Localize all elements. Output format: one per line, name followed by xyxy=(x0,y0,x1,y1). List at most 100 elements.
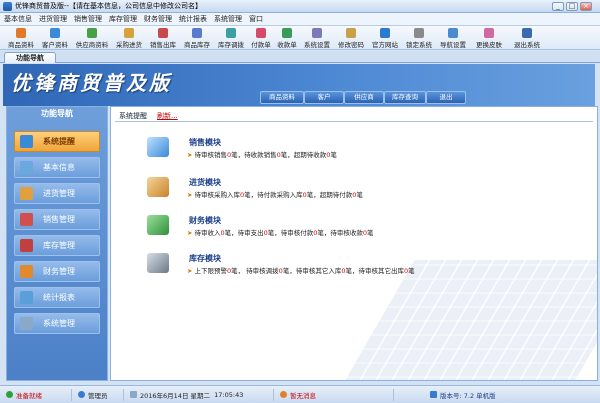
finance-icon xyxy=(20,265,33,278)
exit-icon xyxy=(522,28,532,38)
database-icon xyxy=(147,253,169,273)
book-icon xyxy=(147,137,169,157)
sidebar-item-label: 库存管理 xyxy=(43,241,75,250)
toolbar-label: 收款单 xyxy=(277,41,297,49)
version-text: 版本号: 7.2 单机版 xyxy=(440,391,496,400)
text: 笔 xyxy=(330,151,337,159)
supplier-icon xyxy=(87,28,97,38)
menu-finance[interactable]: 财务管理 xyxy=(144,14,172,24)
finance-module: 财务模块 ➤ 待审收入0笔，待审支出0笔，待审核付款0笔，待审核收款0笔 xyxy=(147,215,447,245)
product-icon xyxy=(16,28,26,38)
toolbar-label: 付款单 xyxy=(251,41,271,49)
text: 待审核采购入库 xyxy=(194,191,240,199)
toolbar-stock-button[interactable]: 商品库存 xyxy=(180,26,214,50)
toolbar-product-button[interactable]: 商品资料 xyxy=(4,26,38,50)
menu-basic-info[interactable]: 基本信息 xyxy=(4,14,32,24)
toolbar-label: 商品资料 xyxy=(8,41,34,49)
sidebar-item-sales[interactable]: 销售管理 xyxy=(14,209,100,230)
banner-nav-supplier[interactable]: 供应商 xyxy=(344,91,384,104)
toolbar-label: 采购进货 xyxy=(116,41,142,49)
toolbar-label: 官方网站 xyxy=(372,41,398,49)
status-version: 版本号: 7.2 单机版 xyxy=(424,389,502,401)
text: 上下限预警 xyxy=(194,267,227,275)
toolbar-supplier-button[interactable]: 供应商资料 xyxy=(72,26,112,50)
status-dot-icon xyxy=(6,391,13,398)
cart-icon xyxy=(20,187,33,200)
refresh-link[interactable]: 刷新... xyxy=(157,111,178,121)
customer-icon xyxy=(50,28,60,38)
divider xyxy=(115,121,593,122)
sidebar-item-system[interactable]: 系统管理 xyxy=(14,313,100,334)
text: 笔，待审核付款 xyxy=(267,229,314,237)
toolbar-label: 锁定系统 xyxy=(406,41,432,49)
sidebar-item-basic-info[interactable]: 基本信息 xyxy=(14,157,100,178)
module-title: 进货模块 xyxy=(189,178,221,187)
tab-strip xyxy=(0,51,600,63)
minimize-button[interactable]: _ xyxy=(552,2,564,11)
sidebar-item-label: 系统提醒 xyxy=(43,137,75,146)
status-text: 准备就绪 xyxy=(16,391,42,400)
toolbar-receipt-button[interactable]: 收款单 xyxy=(274,26,300,50)
banner-nav-customer[interactable]: 客户 xyxy=(304,91,344,104)
toolbar-settings-button[interactable]: 系统设置 xyxy=(300,26,334,50)
menu-reports[interactable]: 统计报表 xyxy=(179,14,207,24)
status-user: 管理员 xyxy=(72,388,124,401)
lock-icon xyxy=(414,28,424,38)
toolbar-label: 客户资料 xyxy=(42,41,68,49)
module-title: 财务模块 xyxy=(189,216,221,225)
arrow-icon: ➤ xyxy=(187,191,193,199)
banner-nav-product[interactable]: 商品资料 xyxy=(260,91,304,104)
status-datetime: 2016年6月14日 星期二 17:05:43 xyxy=(124,388,274,401)
version-icon xyxy=(430,391,437,398)
toolbar-sales-out-button[interactable]: 销售出库 xyxy=(146,26,180,50)
sidebar-item-inventory[interactable]: 库存管理 xyxy=(14,235,100,256)
text: 笔，待审核其它出库 xyxy=(345,267,404,275)
text: 笔，超期待付款 xyxy=(306,191,353,199)
menu-sales[interactable]: 销售管理 xyxy=(74,14,102,24)
menu-purchase[interactable]: 进货管理 xyxy=(39,14,67,24)
toolbar-purchase-button[interactable]: 采购进货 xyxy=(112,26,146,50)
text: 笔 xyxy=(408,267,415,275)
maximize-button[interactable]: □ xyxy=(566,2,578,11)
toolbar-skin-button[interactable]: 更换皮肤 xyxy=(470,26,508,50)
stock-icon xyxy=(192,28,202,38)
text: 笔，待收款销售 xyxy=(231,151,277,159)
toolbar-exit-button[interactable]: 退出系统 xyxy=(508,26,546,50)
sidebar-item-label: 进货管理 xyxy=(43,189,75,198)
toolbar-password-button[interactable]: 修改密码 xyxy=(334,26,368,50)
status-message[interactable]: 暂无消息 xyxy=(274,388,394,401)
text: 待审核销售 xyxy=(194,151,227,159)
module-summary: ➤ 上下限预警0笔， 待审核调拨0笔，待审核其它入库0笔，待审核其它出库0笔 xyxy=(187,265,415,275)
toolbar-payment-button[interactable]: 付款单 xyxy=(248,26,274,50)
text: 笔， 待审核调拨 xyxy=(231,267,279,275)
sidebar-item-label: 基本信息 xyxy=(43,163,75,172)
text: 笔，待审核收款 xyxy=(317,229,363,237)
sidebar-item-finance[interactable]: 财务管理 xyxy=(14,261,100,282)
toolbar-nav-settings-button[interactable]: 导航设置 xyxy=(436,26,470,50)
sidebar-item-system-reminder[interactable]: 系统提醒 xyxy=(14,131,100,152)
payment-icon xyxy=(256,28,266,38)
toolbar-customer-button[interactable]: 客户资料 xyxy=(38,26,72,50)
close-button[interactable]: × xyxy=(580,2,592,11)
toolbar-website-button[interactable]: 官方网站 xyxy=(368,26,402,50)
toolbar-lock-button[interactable]: 锁定系统 xyxy=(402,26,436,50)
text: 笔，超期待收款 xyxy=(280,151,327,159)
sidebar-title: 功能导航 xyxy=(41,109,73,118)
banner-nav-exit[interactable]: 退出 xyxy=(426,91,466,104)
sidebar-item-reports[interactable]: 统计报表 xyxy=(14,287,100,308)
menu-window[interactable]: 窗口 xyxy=(249,14,263,24)
message-text: 暂无消息 xyxy=(290,391,316,400)
box-icon xyxy=(147,177,169,197)
toolbar-transfer-button[interactable]: 库存调拨 xyxy=(214,26,248,50)
menu-inventory[interactable]: 库存管理 xyxy=(109,14,137,24)
purchase-icon xyxy=(124,28,134,38)
sidebar-item-purchase[interactable]: 进货管理 xyxy=(14,183,100,204)
user-name: 管理员 xyxy=(88,391,108,400)
text: 笔 xyxy=(367,229,374,237)
tab-function-nav[interactable]: 功能导航 xyxy=(4,52,56,63)
menu-system[interactable]: 系统管理 xyxy=(214,14,242,24)
date: 2016年6月14日 xyxy=(140,391,189,400)
banner-nav-stock-query[interactable]: 库存查询 xyxy=(384,91,426,104)
text: 笔，待审核其它入库 xyxy=(282,267,342,275)
module-summary: ➤ 待审收入0笔，待审支出0笔，待审核付款0笔，待审核收款0笔 xyxy=(187,227,374,237)
